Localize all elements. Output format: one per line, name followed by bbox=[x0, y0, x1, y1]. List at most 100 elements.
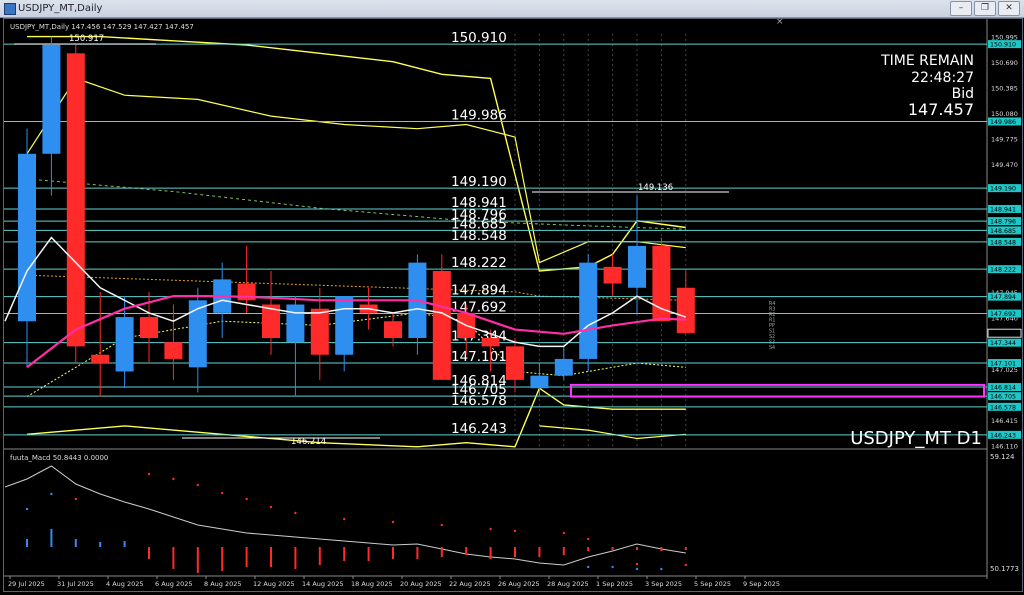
macd-dot bbox=[391, 520, 395, 524]
date-axis-tick: 31 Jul 2025 bbox=[57, 580, 94, 588]
price-axis-level: 146.578 bbox=[990, 404, 1016, 411]
macd-signal-line bbox=[4, 465, 686, 566]
window-title: USDJPY_MT,Daily bbox=[18, 3, 103, 14]
price-axis-level: 148.941 bbox=[990, 206, 1016, 213]
price-axis-level: 149.190 bbox=[990, 186, 1016, 193]
macd-dot-blue bbox=[587, 565, 590, 569]
candle-body bbox=[286, 304, 305, 343]
pivot-label: PP bbox=[769, 323, 775, 329]
date-axis-tick: 14 Aug 2025 bbox=[302, 580, 344, 588]
price-chart[interactable]: 150.910 149.986 149.190 148.941 148.796 148.6… bbox=[4, 17, 1022, 591]
candle-body bbox=[66, 53, 85, 347]
pivot-label: S3 bbox=[769, 340, 775, 346]
level-label: 146.578 bbox=[451, 393, 507, 409]
candle-body bbox=[676, 287, 695, 333]
price-axis-level: 149.986 bbox=[990, 119, 1016, 126]
level-label: 148.222 bbox=[451, 255, 507, 271]
candle-body bbox=[432, 271, 451, 380]
pivot-label: R3 bbox=[769, 307, 775, 313]
candle-body bbox=[506, 346, 524, 380]
chart-icon bbox=[4, 3, 16, 15]
level-label: 146.243 bbox=[451, 421, 507, 437]
date-axis-tick: 8 Aug 2025 bbox=[204, 580, 242, 588]
pivot-label: S1 bbox=[769, 329, 775, 335]
candle-body bbox=[42, 44, 61, 154]
macd-axis-bottom: 50.1773 bbox=[990, 565, 1019, 573]
close-button[interactable]: ✕ bbox=[998, 1, 1020, 16]
long-ma bbox=[26, 178, 686, 230]
price-axis-level: 147.344 bbox=[990, 340, 1016, 347]
date-axis-tick: 20 Aug 2025 bbox=[400, 580, 442, 588]
candle-body bbox=[603, 266, 622, 284]
macd-dot bbox=[684, 563, 687, 567]
price-axis-level: 146.814 bbox=[990, 385, 1016, 392]
macd-axis-top: 59.124 bbox=[990, 453, 1015, 461]
candle-body bbox=[335, 296, 354, 355]
date-axis-tick: 1 Sep 2025 bbox=[596, 580, 633, 588]
macd-dot bbox=[635, 562, 639, 566]
macd-dot bbox=[587, 537, 590, 541]
macd-dot bbox=[172, 477, 175, 481]
price-axis-level: 150.910 bbox=[990, 42, 1016, 49]
candle-body bbox=[579, 262, 598, 359]
level-label: 148.548 bbox=[451, 228, 507, 244]
minimize-button[interactable]: – bbox=[950, 1, 972, 16]
price-axis-tick: 146.110 bbox=[991, 443, 1018, 451]
price-axis-tick: 150.080 bbox=[991, 110, 1018, 118]
window-titlebar[interactable]: USDJPY_MT,Daily – ❐ ✕ bbox=[0, 0, 1024, 18]
candle-body bbox=[310, 308, 329, 355]
time-remain-value: 22:48:27 bbox=[911, 70, 974, 86]
macd-label: fuuta_Macd 50.8443 0.0000 bbox=[10, 454, 108, 462]
macd-dot-blue bbox=[25, 507, 29, 511]
candle-body bbox=[140, 317, 158, 338]
candle-body bbox=[115, 317, 134, 372]
price-axis-level: 148.796 bbox=[990, 219, 1016, 226]
macd-dot bbox=[269, 505, 273, 509]
candle-body bbox=[628, 245, 646, 288]
upper-band bbox=[27, 35, 686, 272]
restore-button[interactable]: ❐ bbox=[974, 1, 996, 16]
date-axis-tick: 26 Aug 2025 bbox=[498, 580, 540, 588]
close-icon: ✕ bbox=[1005, 3, 1013, 13]
price-axis-level: 148.685 bbox=[990, 228, 1016, 235]
level-label: 147.894 bbox=[451, 283, 507, 299]
level-label: 150.910 bbox=[451, 30, 507, 46]
price-axis-tick: 150.385 bbox=[991, 85, 1018, 93]
chart-info-line: USDJPY_MT,Daily 147.456 147.529 147.427 … bbox=[10, 23, 194, 31]
level-label: 149.190 bbox=[451, 174, 507, 190]
macd-dot-blue bbox=[660, 567, 663, 571]
chart-window[interactable]: 150.910 149.986 149.190 148.941 148.796 148.6… bbox=[3, 17, 1023, 592]
level-label: 147.101 bbox=[451, 349, 507, 365]
bid-value: 147.457 bbox=[908, 100, 974, 119]
macd-dot bbox=[147, 472, 151, 476]
price-axis-tick: 150.690 bbox=[991, 59, 1018, 67]
candle-body bbox=[164, 342, 183, 359]
price-axis-level: 147.101 bbox=[990, 361, 1016, 368]
inner-close-icon[interactable]: × bbox=[776, 17, 784, 27]
minimize-icon: – bbox=[958, 3, 964, 13]
restore-icon: ❐ bbox=[980, 3, 990, 13]
price-axis-level: 148.548 bbox=[990, 239, 1016, 246]
time-remain-label: TIME REMAIN bbox=[880, 53, 974, 69]
bid-axis-box bbox=[987, 328, 1022, 338]
macd-dot bbox=[294, 511, 297, 515]
pivot-label: R2 bbox=[769, 312, 775, 318]
pivot-label: S4 bbox=[769, 345, 775, 351]
macd-dot bbox=[196, 483, 199, 487]
pivot-label: R1 bbox=[769, 318, 775, 324]
upper-band-2 bbox=[26, 77, 686, 264]
macd-dot-blue bbox=[611, 565, 614, 569]
macd-dot bbox=[440, 523, 443, 527]
pivot-label: S2 bbox=[769, 334, 775, 340]
candle-body bbox=[652, 245, 671, 322]
macd-dot-blue bbox=[635, 567, 639, 571]
lower-band-2 bbox=[539, 425, 686, 440]
macd-dot bbox=[74, 497, 78, 501]
mid-marker-label: 149.136 bbox=[638, 183, 673, 193]
level-label: 149.986 bbox=[451, 107, 507, 123]
price-axis-level: 146.243 bbox=[990, 432, 1016, 439]
date-axis-tick: 28 Aug 2025 bbox=[547, 580, 589, 588]
low-marker-label: 146.214 bbox=[291, 437, 326, 447]
symbol-watermark: USDJPY_MT D1 bbox=[850, 428, 982, 449]
candle-body bbox=[18, 153, 36, 322]
